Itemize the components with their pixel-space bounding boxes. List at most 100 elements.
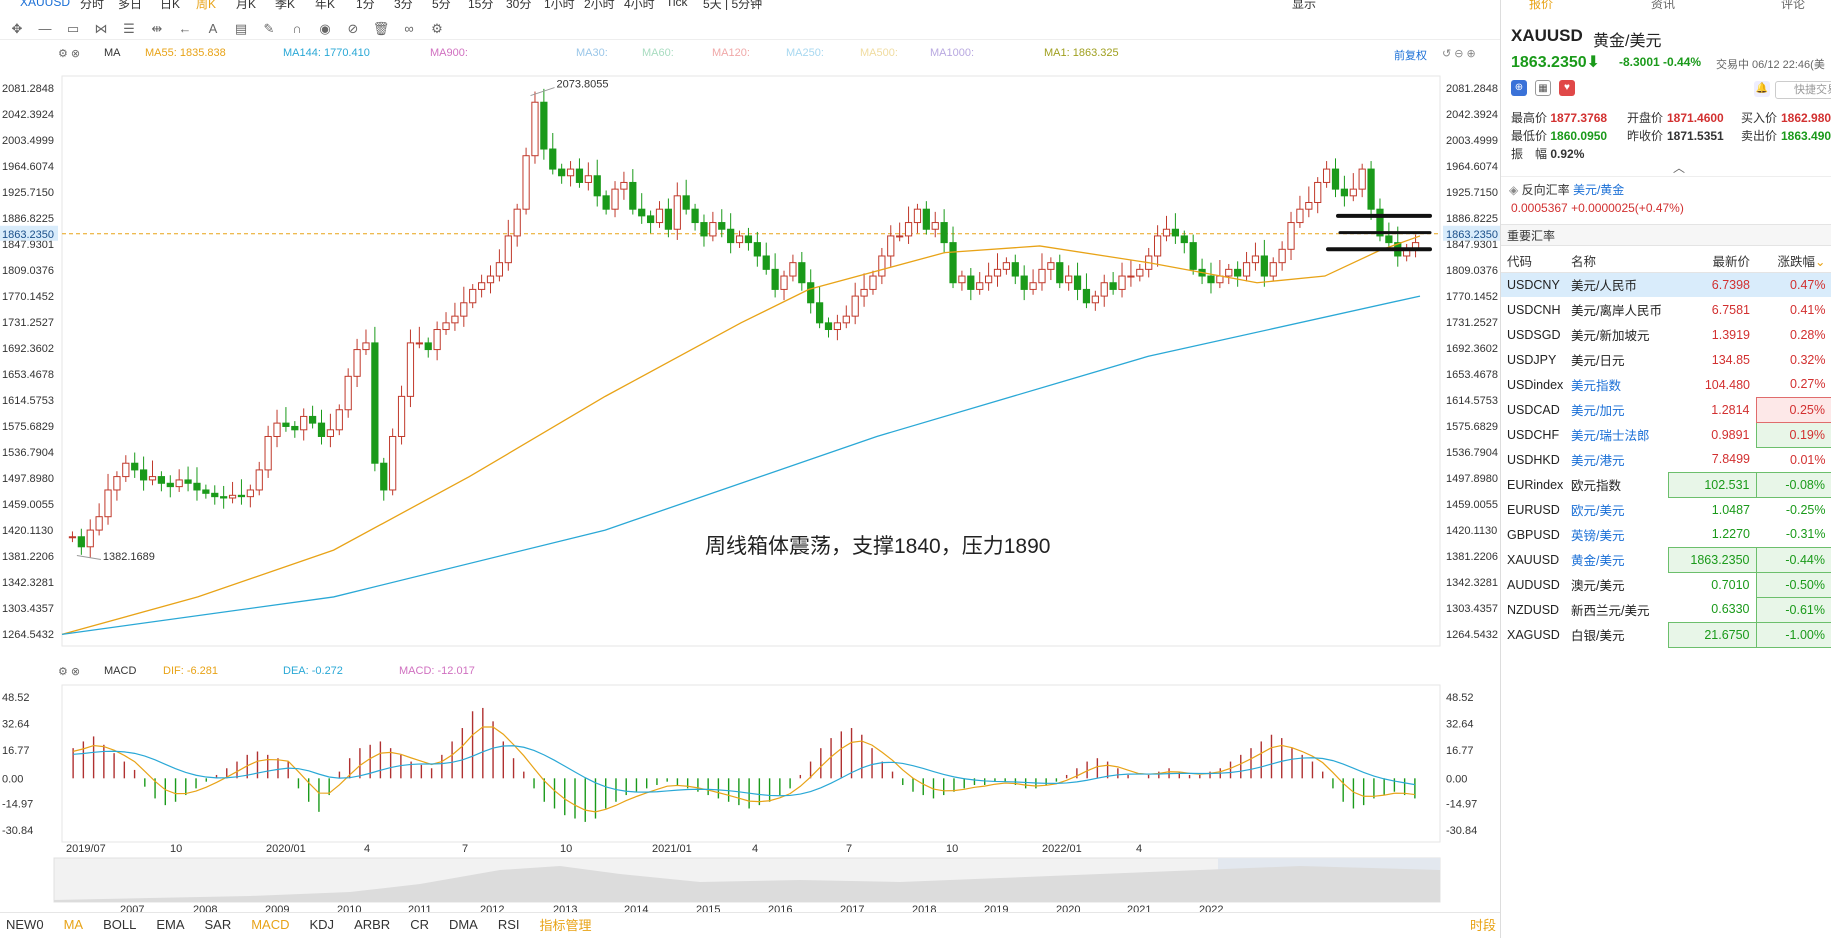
tab-monthly[interactable]: 月K bbox=[236, 0, 256, 10]
channel-tool-icon[interactable]: ☰ bbox=[118, 21, 140, 37]
tab-weekly[interactable]: 周K bbox=[196, 0, 216, 10]
comment-tool-icon[interactable]: ▤ bbox=[230, 21, 252, 37]
macd-axis-left-label: -30.84 bbox=[2, 825, 33, 837]
rate-name: 美元/离岸人民币 bbox=[1571, 304, 1662, 318]
ind-arbr[interactable]: ARBR bbox=[354, 917, 390, 932]
display-menu[interactable]: 显示 bbox=[1292, 0, 1316, 10]
price-axis-right-label: 1303.4357 bbox=[1446, 603, 1498, 615]
price-axis-right-label: 1653.4678 bbox=[1446, 369, 1498, 381]
macd-indicator-name[interactable]: MACD bbox=[104, 665, 136, 677]
macd-settings-icon[interactable]: ⚙ ⊗ bbox=[58, 665, 80, 678]
rate-row[interactable]: USDCNH 美元/离岸人民币 6.7581 0.41% bbox=[1501, 297, 1831, 322]
session-button[interactable]: 时段 bbox=[1470, 915, 1496, 934]
candle-body bbox=[291, 425, 299, 431]
fib-tool-icon[interactable]: ⋈ bbox=[90, 21, 112, 37]
tab-yearly[interactable]: 年K bbox=[315, 0, 335, 10]
tab-comments[interactable]: 评论 bbox=[1781, 0, 1805, 10]
quick-trade-button[interactable]: 快捷交易 bbox=[1775, 81, 1831, 99]
ind-rsi[interactable]: RSI bbox=[498, 917, 520, 932]
tab-4h[interactable]: 4小时 bbox=[624, 0, 655, 10]
rate-row[interactable]: USDSGD 美元/新加坡元 1.3919 0.28% bbox=[1501, 322, 1831, 347]
tab-symbol[interactable]: XAUUSD bbox=[20, 0, 70, 9]
compare-icon[interactable]: ∞ bbox=[398, 21, 420, 36]
tab-15min[interactable]: 15分 bbox=[468, 0, 493, 10]
tab-quote[interactable]: 报价 bbox=[1529, 0, 1553, 10]
rate-pct: 0.28% bbox=[1790, 327, 1826, 342]
ind-dma[interactable]: DMA bbox=[449, 917, 478, 932]
favorite-heart-icon[interactable]: ♥ bbox=[1559, 80, 1575, 96]
tab-30min[interactable]: 30分 bbox=[506, 0, 531, 10]
eye-icon[interactable]: ◉ bbox=[314, 21, 336, 37]
ind-sar[interactable]: SAR bbox=[204, 917, 231, 932]
tab-multiday[interactable]: 多日 bbox=[118, 0, 142, 10]
tab-quarterly[interactable]: 季K bbox=[275, 0, 295, 10]
rate-row[interactable]: USDCAD 美元/加元 1.2814 0.25% bbox=[1501, 396, 1831, 423]
ind-macd[interactable]: MACD bbox=[251, 917, 289, 932]
ind-ema[interactable]: EMA bbox=[156, 917, 184, 932]
rate-pct: -0.08% bbox=[1755, 471, 1831, 498]
rate-row[interactable]: EURindex 欧元指数 102.531 -0.08% bbox=[1501, 471, 1831, 498]
rate-row[interactable]: XAUUSD 黄金/美元 1863.2350 -0.44% bbox=[1501, 546, 1831, 573]
rate-row[interactable]: USDJPY 美元/日元 134.85 0.32% bbox=[1501, 347, 1831, 372]
crosshair-icon[interactable]: ✥ bbox=[6, 21, 28, 37]
time-axis-label: 2020/01 bbox=[266, 843, 306, 855]
col-code[interactable]: 代码 bbox=[1501, 250, 1565, 273]
rate-row[interactable]: USDCHF 美元/瑞士法郎 0.9891 0.19% bbox=[1501, 421, 1831, 448]
candle-body bbox=[1385, 235, 1393, 244]
measure-tool-icon[interactable]: ⇹ bbox=[146, 21, 168, 37]
bell-icon[interactable]: 🔔 bbox=[1754, 81, 1770, 97]
candle-body bbox=[1127, 275, 1135, 278]
trash-icon[interactable]: 🗑 bbox=[370, 21, 392, 37]
prev-value: 1871.5351 bbox=[1667, 129, 1724, 143]
ind-cr[interactable]: CR bbox=[410, 917, 429, 932]
pencil-icon[interactable]: ✎ bbox=[258, 21, 280, 37]
globe-icon[interactable]: ⊕ bbox=[1511, 80, 1527, 96]
collapse-chevron-icon[interactable]: ︿ bbox=[1673, 159, 1685, 176]
tab-news[interactable]: 资讯 bbox=[1651, 0, 1675, 10]
candle-body bbox=[575, 168, 584, 183]
rate-row[interactable]: GBPUSD 英镑/美元 1.2270 -0.31% bbox=[1501, 522, 1831, 547]
kline-chart-svg[interactable]: 2081.2848 2081.2848 2042.3924 2042.3924 2003… bbox=[0, 40, 1500, 920]
tab-5day[interactable]: 5天 | 5分钟 bbox=[703, 0, 762, 10]
candle-body bbox=[184, 479, 192, 484]
shape-tool-icon[interactable]: ▭ bbox=[62, 21, 84, 37]
indicator-manager[interactable]: 指标管理 bbox=[540, 915, 592, 934]
ind-new0[interactable]: NEW0 bbox=[6, 917, 44, 932]
hide-icon[interactable]: ⊘ bbox=[342, 21, 364, 37]
rate-row[interactable]: USDCNY美元/人民币⊙6.73980.47% bbox=[1501, 272, 1831, 297]
candle-body bbox=[1162, 228, 1171, 237]
tab-1h[interactable]: 1小时 bbox=[544, 0, 575, 10]
tab-tick[interactable]: Tick bbox=[666, 0, 688, 9]
chart-area[interactable]: 2081.2848 2081.2848 2042.3924 2042.3924 2003… bbox=[0, 40, 1500, 920]
col-pct[interactable]: 涨跌幅⌄ bbox=[1756, 250, 1831, 273]
price-axis-right-label: 1925.7150 bbox=[1446, 187, 1498, 199]
price-axis-right-label: 1614.5753 bbox=[1446, 395, 1498, 407]
ind-ma[interactable]: MA bbox=[64, 917, 84, 932]
arrow-tool-icon[interactable]: ← bbox=[174, 21, 196, 36]
candle-body bbox=[139, 469, 148, 481]
col-last[interactable]: 最新价 bbox=[1668, 250, 1756, 273]
calculator-icon[interactable]: ▦ bbox=[1535, 80, 1551, 96]
rate-row[interactable]: AUDUSD 澳元/美元 0.7010 -0.50% bbox=[1501, 571, 1831, 598]
rate-row[interactable]: XAGUSD 白银/美元 21.6750 -1.00% bbox=[1501, 621, 1831, 648]
rate-row[interactable]: USDindex 美元指数 104.480 0.27% bbox=[1501, 372, 1831, 397]
rate-row[interactable]: EURUSD 欧元/美元 1.0487 -0.25% bbox=[1501, 497, 1831, 522]
col-name[interactable]: 名称 bbox=[1565, 250, 1668, 273]
rate-row[interactable]: USDHKD 美元/港元 7.8499 0.01% bbox=[1501, 447, 1831, 472]
magnet-icon[interactable]: ∩ bbox=[286, 21, 308, 36]
line-tool-icon[interactable]: — bbox=[34, 21, 56, 36]
tab-2h[interactable]: 2小时 bbox=[584, 0, 615, 10]
ind-kdj[interactable]: KDJ bbox=[310, 917, 335, 932]
ind-boll[interactable]: BOLL bbox=[103, 917, 136, 932]
sort-chevron-icon: ⌄ bbox=[1815, 255, 1826, 270]
tab-3min[interactable]: 3分 bbox=[394, 0, 413, 10]
tab-intraday[interactable]: 分时 bbox=[80, 0, 104, 10]
tab-1min[interactable]: 1分 bbox=[356, 0, 375, 10]
macd-axis-left-label: 16.77 bbox=[2, 745, 30, 757]
text-tool-icon[interactable]: A bbox=[202, 21, 224, 36]
tab-5min[interactable]: 5分 bbox=[432, 0, 451, 10]
settings-icon[interactable]: ⚙ bbox=[426, 21, 448, 37]
rate-row[interactable]: NZDUSD 新西兰元/美元 0.6330 -0.61% bbox=[1501, 596, 1831, 623]
tab-daily[interactable]: 日K bbox=[160, 0, 180, 10]
reverse-pair[interactable]: 美元/黄金 bbox=[1573, 183, 1624, 197]
